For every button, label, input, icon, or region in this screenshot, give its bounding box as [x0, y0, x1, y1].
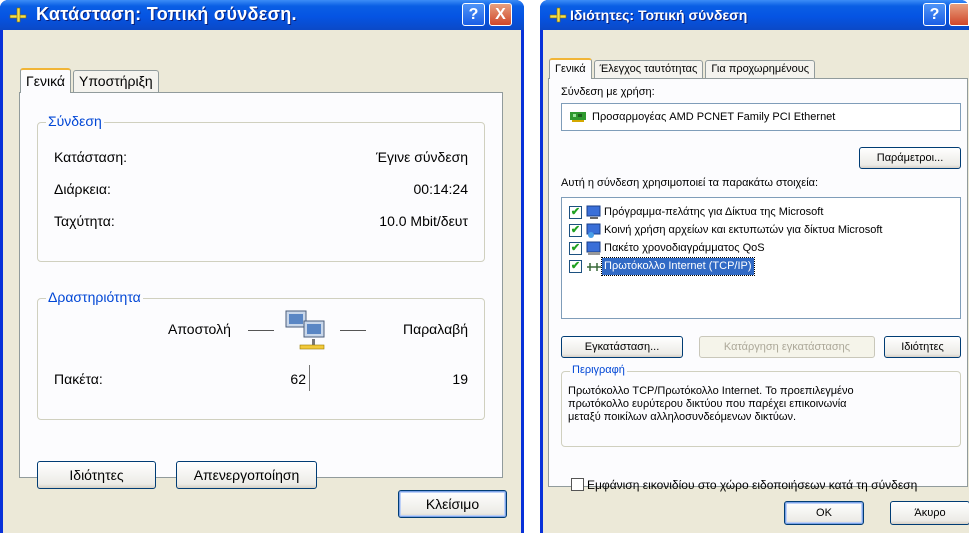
close-window-button[interactable] [949, 3, 969, 26]
connection-group: Σύνδεση Κατάσταση: Έγινε σύνδεση Διάρκει… [37, 113, 485, 262]
status-window-title: Κατάσταση: Τοπική σύνδεση. [36, 4, 297, 24]
install-button[interactable]: Εγκατάσταση... [561, 336, 683, 358]
items-label: Αυτή η σύνδεση χρησιμοποιεί τα παρακάτω … [561, 177, 819, 189]
description-line: Πρωτόκολλο TCP/Πρωτόκολλο Internet. Το π… [568, 385, 854, 397]
description-line: πρωτόκολλο ευρύτερου δικτύου που παρέχει… [568, 398, 847, 410]
client-icon [586, 205, 601, 219]
activity-group: Δραστηριότητα Αποστολή Παραλαβή Πακέτα: … [37, 289, 485, 420]
sent-label: Αποστολή [168, 321, 231, 337]
item-label: Πρόγραμμα-πελάτης για Δίκτυα της Microso… [604, 206, 824, 218]
properties-general-panel: Σύνδεση με χρήση: Προσαρμογέας AMD PCNET… [548, 78, 968, 492]
item-properties-button[interactable]: Ιδιότητες [884, 336, 961, 358]
speed-value: 10.0 Mbit/δευτ [379, 213, 468, 229]
packets-received-value: 19 [452, 371, 468, 387]
item-label: Πρωτόκολλο Internet (TCP/IP) [601, 257, 755, 276]
network-connection-icon [549, 7, 567, 23]
received-line [340, 330, 366, 331]
show-icon-label: Εμφάνιση εικονιδίου στο χώρο ειδοποιήσεω… [587, 478, 918, 492]
status-value: Έγινε σύνδεση [376, 149, 468, 165]
description-legend: Περιγραφή [570, 364, 627, 376]
tab-general[interactable]: Γενικά [549, 58, 592, 79]
protocol-icon [587, 263, 601, 271]
list-item-selected[interactable]: ✔ Πρωτόκολλο Internet (TCP/IP) [562, 257, 960, 276]
network-adapter-icon [570, 112, 586, 122]
adapter-name: Προσαρμογέας AMD PCNET Family PCI Ethern… [592, 111, 836, 123]
show-icon-checkbox[interactable] [571, 478, 584, 491]
item-checkbox[interactable]: ✔ [569, 206, 582, 219]
description-group: Περιγραφή Πρωτόκολλο TCP/Πρωτόκολλο Inte… [561, 364, 961, 447]
list-item[interactable]: ✔ Κοινή χρήση αρχείων και εκτυπωτών για … [562, 222, 960, 239]
list-item[interactable]: ✔ Πρόγραμμα-πελάτης για Δίκτυα της Micro… [562, 204, 960, 221]
network-connection-icon [9, 7, 27, 23]
ok-button[interactable]: OK [784, 501, 864, 525]
speed-label: Ταχύτητα: [54, 213, 115, 229]
properties-window: Ιδιότητες: Τοπική σύνδεση ? Γενικά Έλεγχ… [540, 0, 969, 533]
status-label: Κατάσταση: [54, 149, 128, 165]
components-list: ✔ Πρόγραμμα-πελάτης για Δίκτυα της Micro… [561, 197, 961, 319]
close-button[interactable]: Κλείσιμο [398, 490, 507, 518]
uninstall-button: Κατάργηση εγκατάστασης [699, 336, 875, 358]
properties-window-body: Γενικά Έλεγχος ταυτότητας Για προχωρημέν… [543, 30, 969, 533]
status-window: Κατάσταση: Τοπική σύνδεση. ? X Γενικά Υπ… [0, 0, 524, 533]
connection-legend: Σύνδεση [46, 113, 104, 129]
tab-authentication[interactable]: Έλεγχος ταυτότητας [593, 60, 704, 78]
sent-line [248, 330, 274, 331]
status-properties-button[interactable]: Ιδιότητες [37, 461, 156, 489]
disable-button[interactable]: Απενεργοποίηση [176, 461, 317, 489]
adapter-box: Προσαρμογέας AMD PCNET Family PCI Ethern… [561, 103, 961, 131]
properties-window-title: Ιδιότητες: Τοπική σύνδεση [570, 7, 748, 23]
file-printer-sharing-icon [586, 223, 601, 238]
properties-window-titlebar[interactable]: Ιδιότητες: Τοπική σύνδεση ? [540, 0, 969, 30]
item-label: Κοινή χρήση αρχείων και εκτυπωτών για δί… [604, 224, 883, 236]
status-window-titlebar[interactable]: Κατάσταση: Τοπική σύνδεση. ? X [0, 0, 524, 30]
item-label: Πακέτο χρονοδιαγράμματος QoS [604, 242, 765, 254]
packets-sent-value: 62 [290, 371, 306, 387]
tab-general[interactable]: Γενικά [20, 68, 71, 93]
help-button[interactable]: ? [923, 3, 946, 26]
duration-value: 00:14:24 [413, 181, 469, 197]
tab-advanced[interactable]: Για προχωρημένους [705, 60, 816, 78]
duration-label: Διάρκεια: [54, 181, 111, 197]
list-item[interactable]: ✔ Πακέτο χρονοδιαγράμματος QoS [562, 240, 960, 257]
status-window-body: Γενικά Υποστήριξη Σύνδεση Κατάσταση: Έγι… [3, 30, 521, 533]
network-activity-icon [285, 310, 325, 350]
help-button[interactable]: ? [462, 3, 485, 26]
activity-legend: Δραστηριότητα [46, 289, 143, 305]
item-checkbox[interactable]: ✔ [569, 260, 582, 273]
tab-support[interactable]: Υποστήριξη [73, 70, 159, 92]
qos-icon [586, 241, 601, 255]
description-line: μεταξύ ποικίλων αλληλοσυνδεόμενων δικτύω… [568, 411, 797, 423]
packets-divider [309, 365, 310, 391]
packets-label: Πακέτα: [54, 371, 103, 387]
close-window-button[interactable]: X [489, 3, 512, 26]
general-panel: Σύνδεση Κατάσταση: Έγινε σύνδεση Διάρκει… [19, 92, 503, 489]
configure-button[interactable]: Παράμετροι... [859, 147, 961, 169]
item-checkbox[interactable]: ✔ [569, 242, 582, 255]
received-label: Παραλαβή [403, 321, 468, 337]
cancel-button[interactable]: Άκυρο [890, 501, 969, 525]
connect-using-label: Σύνδεση με χρήση: [561, 86, 655, 98]
item-checkbox[interactable]: ✔ [569, 224, 582, 237]
